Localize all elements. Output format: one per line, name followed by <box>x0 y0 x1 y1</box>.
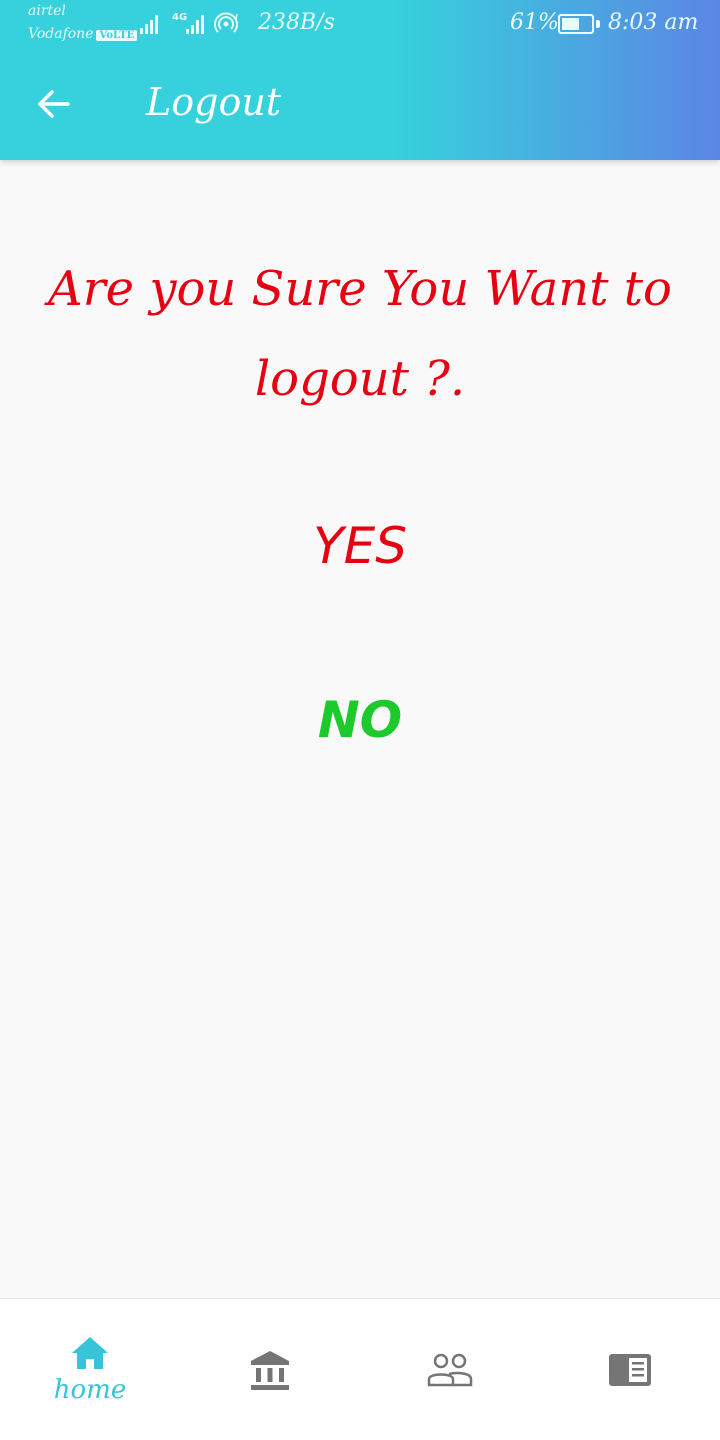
nav-item-bank[interactable] <box>180 1299 360 1440</box>
arrow-left-icon <box>38 90 70 118</box>
carrier-name-secondary: Vodafone VoLTE <box>28 26 138 42</box>
signal-strength-secondary-icon <box>186 14 204 34</box>
battery-icon <box>558 14 594 34</box>
logout-question: Are you Sure You Want to logout ?. <box>48 261 672 407</box>
bank-icon <box>251 1350 289 1390</box>
clock: 8:03 am <box>608 10 699 35</box>
article-icon <box>609 1353 651 1386</box>
battery-tip <box>596 20 600 28</box>
bottom-navigation: home <box>0 1298 720 1440</box>
status-bar: airtel Vodafone VoLTE 4G 238B/s 61% 8:03 … <box>0 0 720 48</box>
battery-percent: 61% <box>510 10 559 35</box>
app-header: airtel Vodafone VoLTE 4G 238B/s 61% 8:03 … <box>0 0 720 160</box>
no-button[interactable]: NO <box>260 680 460 760</box>
yes-button[interactable]: YES <box>260 506 460 586</box>
nav-item-home[interactable]: home <box>0 1299 180 1440</box>
volte-badge: VoLTE <box>96 30 138 41</box>
people-icon <box>427 1353 473 1386</box>
nav-item-article[interactable] <box>540 1299 720 1440</box>
carrier-name-primary: airtel <box>28 3 66 19</box>
network-speed: 238B/s <box>258 10 335 35</box>
home-icon <box>72 1336 108 1369</box>
network-type-label: 4G <box>172 12 188 23</box>
back-button[interactable] <box>24 76 84 132</box>
nav-item-people[interactable] <box>360 1299 540 1440</box>
hotspot-icon <box>214 12 238 33</box>
nav-item-home-label: home <box>53 1374 127 1405</box>
signal-strength-icon <box>140 14 158 34</box>
page-title: Logout <box>146 80 282 124</box>
carrier-name-secondary-label: Vodafone <box>28 26 94 42</box>
